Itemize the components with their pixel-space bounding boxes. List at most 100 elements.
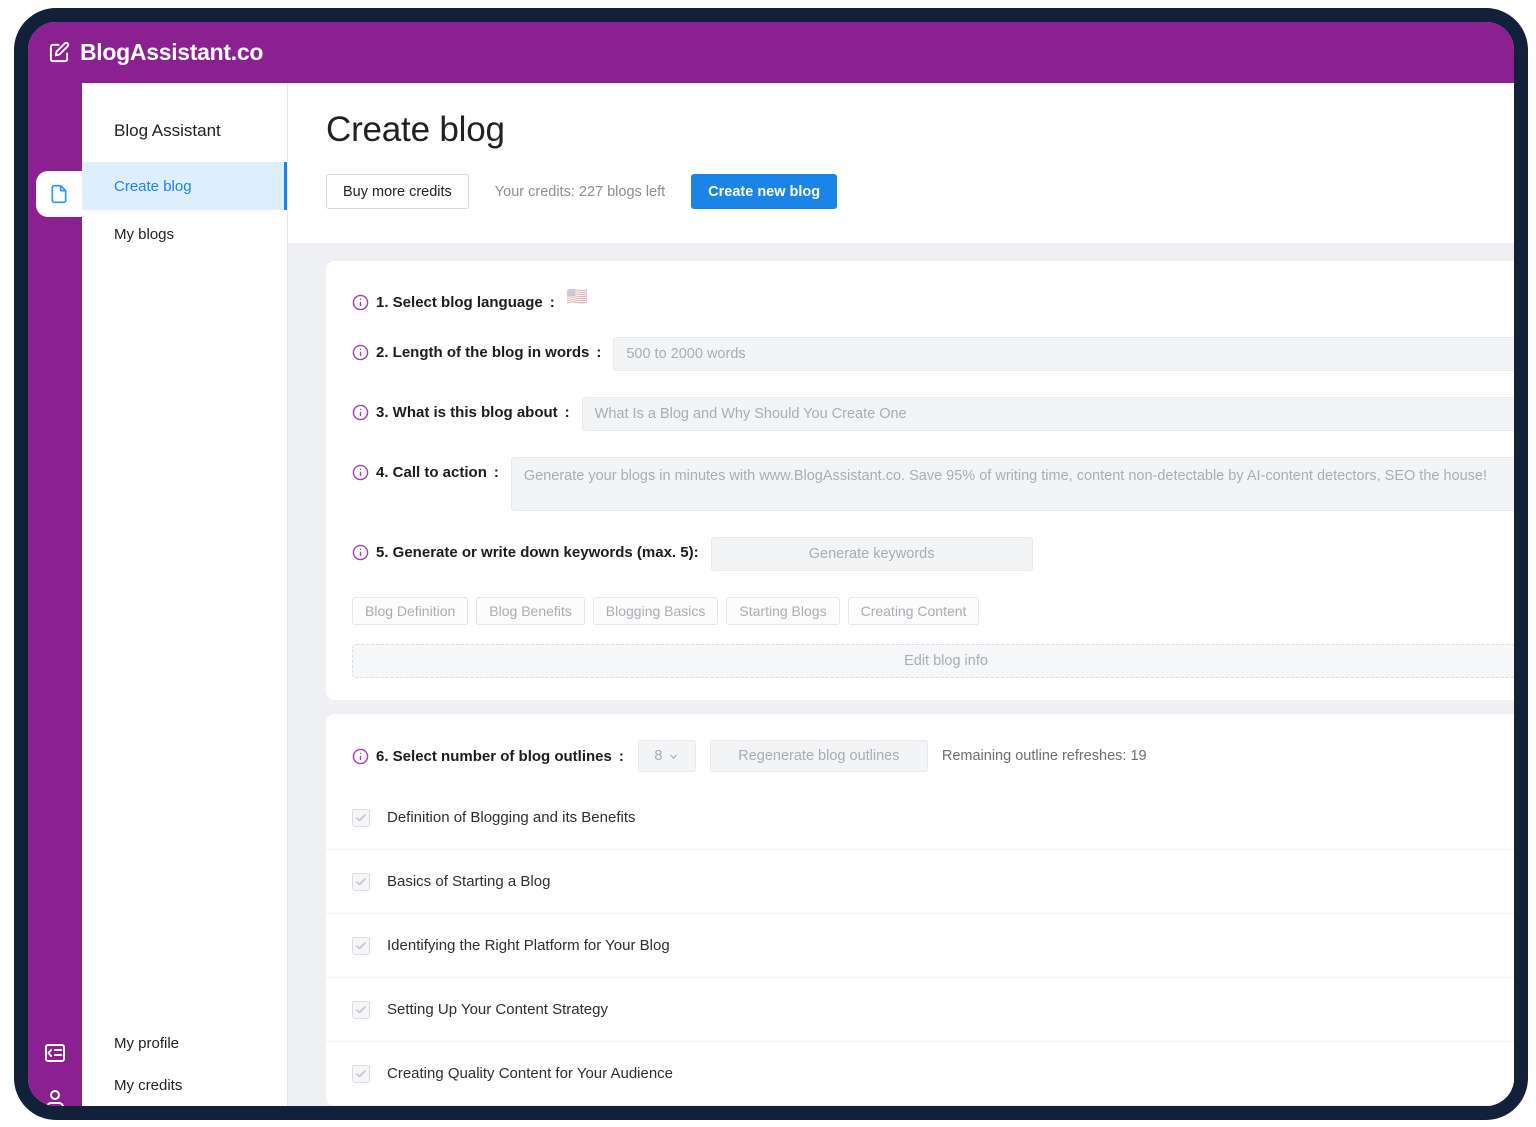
blog-topic-input[interactable]: What Is a Blog and Why Should You Create…: [581, 397, 1514, 431]
blog-length-input[interactable]: 500 to 2000 words: [613, 337, 1514, 371]
form-label-text: 5. Generate or write down keywords (max.…: [376, 544, 699, 561]
form-label-topic: 3. What is this blog about:: [352, 397, 570, 421]
page-title: Create blog: [326, 110, 505, 149]
sidebar: Blog Assistant Create blog My blogs My p…: [82, 83, 288, 1106]
outline-row[interactable]: Creating Quality Content for Your Audien…: [326, 1042, 1514, 1106]
form-row-topic: 3. What is this blog about: What Is a Bl…: [326, 397, 1514, 431]
info-icon[interactable]: [352, 544, 369, 561]
form-label-outline-count: 6. Select number of blog outlines:: [352, 748, 624, 765]
outline-label: Basics of Starting a Blog: [387, 873, 551, 890]
call-to-action-textarea[interactable]: Generate your blogs in minutes with www.…: [510, 457, 1514, 511]
outline-label: Creating Quality Content for Your Audien…: [387, 1065, 674, 1082]
check-icon: [356, 813, 366, 821]
info-icon[interactable]: [352, 748, 369, 765]
content-scroll-area[interactable]: 1. Select blog language: 🇺🇸 2. Length of…: [288, 243, 1514, 1106]
page-toolbar: Buy more credits Your credits: 227 blogs…: [326, 174, 1514, 209]
language-control[interactable]: 🇺🇸: [567, 287, 1514, 307]
keyword-chip[interactable]: Creating Content: [847, 597, 980, 625]
label-colon: :: [549, 294, 555, 311]
document-icon: [51, 184, 67, 204]
form-label-keywords: 5. Generate or write down keywords (max.…: [352, 537, 699, 561]
keyword-chip[interactable]: Starting Blogs: [726, 597, 840, 625]
outline-label: Identifying the Right Platform for Your …: [387, 937, 670, 954]
credits-status: Your credits: 227 blogs left: [494, 183, 666, 200]
check-icon: [356, 877, 366, 885]
outline-list: Definition of Blogging and its Benefits …: [326, 786, 1514, 1106]
sidebar-item-label: Create blog: [114, 177, 192, 195]
label-colon: :: [596, 344, 602, 361]
form-label-call-to-action: 4. Call to action:: [352, 457, 499, 481]
check-icon: [356, 1069, 366, 1077]
form-label-text: 1. Select blog language: [376, 294, 543, 311]
sidebar-item-my-blogs[interactable]: My blogs: [82, 210, 287, 258]
info-icon[interactable]: [352, 404, 369, 421]
collapse-panel-icon[interactable]: [43, 1041, 67, 1065]
form-row-call-to-action: 4. Call to action: Generate your blogs i…: [326, 457, 1514, 511]
generate-keywords-button[interactable]: Generate keywords: [710, 537, 1033, 571]
remaining-refreshes-text: Remaining outline refreshes: 19: [941, 748, 1147, 764]
create-new-blog-button[interactable]: Create new blog: [691, 174, 838, 209]
form-label-text: 4. Call to action: [376, 464, 487, 481]
sidebar-item-my-credits[interactable]: My credits: [82, 1064, 287, 1106]
chevron-down-icon: [670, 754, 678, 759]
form-row-keywords: 5. Generate or write down keywords (max.…: [326, 537, 1514, 571]
form-label-language: 1. Select blog language:: [352, 287, 555, 311]
sidebar-item-label: My blogs: [114, 225, 175, 243]
outline-checkbox[interactable]: [352, 936, 370, 955]
form-row-length: 2. Length of the blog in words: 500 to 2…: [326, 337, 1514, 371]
info-icon[interactable]: [352, 464, 369, 481]
label-colon: :: [564, 404, 570, 421]
outline-row[interactable]: Definition of Blogging and its Benefits: [326, 786, 1514, 850]
label-colon: :: [618, 747, 624, 765]
sidebar-bottom-nav: My profile My credits: [82, 1022, 287, 1106]
rail-item-blog-assistant[interactable]: [36, 171, 82, 217]
sidebar-item-create-blog[interactable]: Create blog: [82, 162, 287, 210]
outline-checkbox[interactable]: [352, 872, 370, 891]
regenerate-outlines-button[interactable]: Regenerate blog outlines: [709, 740, 928, 772]
outline-row[interactable]: Setting Up Your Content Strategy: [326, 978, 1514, 1042]
sidebar-item-label: My profile: [114, 1034, 180, 1052]
outline-row[interactable]: Basics of Starting a Blog: [326, 850, 1514, 914]
person-icon[interactable]: [43, 1088, 67, 1106]
label-colon: :: [493, 464, 499, 481]
topic-control: What Is a Blog and Why Should You Create…: [581, 397, 1514, 431]
edit-square-icon: [49, 41, 70, 63]
check-icon: [356, 941, 366, 949]
keyword-chip[interactable]: Blog Definition: [352, 597, 469, 625]
sidebar-item-label: My credits: [114, 1076, 183, 1094]
main-content: Create blog Buy more credits Your credit…: [288, 83, 1514, 1106]
device-frame: BlogAssistant.co Blog Assistant Create b…: [14, 8, 1528, 1120]
blog-info-card: 1. Select blog language: 🇺🇸 2. Length of…: [326, 261, 1514, 700]
sidebar-item-my-profile[interactable]: My profile: [82, 1022, 287, 1064]
sidebar-nav: Create blog My blogs: [82, 162, 287, 258]
edit-blog-info-button[interactable]: Edit blog info: [352, 644, 1514, 678]
outline-checkbox[interactable]: [352, 1000, 370, 1019]
info-icon[interactable]: [352, 294, 369, 311]
outlines-header: 6. Select number of blog outlines: 8 Reg…: [326, 740, 1514, 772]
call-to-action-control: Generate your blogs in minutes with www.…: [510, 457, 1514, 511]
keyword-chip[interactable]: Blogging Basics: [592, 597, 719, 625]
buy-more-credits-button[interactable]: Buy more credits: [326, 174, 469, 209]
check-icon: [356, 1005, 366, 1013]
sidebar-title: Blog Assistant: [114, 121, 221, 140]
language-flag-icon[interactable]: 🇺🇸: [567, 282, 588, 306]
blog-outlines-card: 6. Select number of blog outlines: 8 Reg…: [326, 714, 1514, 1106]
outline-label: Definition of Blogging and its Benefits: [387, 809, 636, 826]
form-label-length: 2. Length of the blog in words:: [352, 337, 601, 361]
outline-count-value: 8: [654, 748, 663, 764]
outline-row[interactable]: Identifying the Right Platform for Your …: [326, 914, 1514, 978]
form-label-text: 2. Length of the blog in words: [376, 344, 590, 361]
outline-checkbox[interactable]: [352, 1064, 370, 1083]
outline-checkbox[interactable]: [352, 808, 370, 827]
app-header: BlogAssistant.co: [28, 22, 1514, 83]
app-screen: BlogAssistant.co Blog Assistant Create b…: [28, 22, 1514, 1106]
form-row-language: 1. Select blog language: 🇺🇸: [326, 287, 1514, 311]
keyword-chip-list: Blog Definition Blog Benefits Blogging B…: [352, 597, 1514, 625]
form-label-text: 6. Select number of blog outlines: [376, 747, 612, 765]
outline-label: Setting Up Your Content Strategy: [387, 1001, 608, 1018]
brand-name: BlogAssistant.co: [80, 39, 264, 65]
info-icon[interactable]: [352, 344, 369, 361]
keyword-chip[interactable]: Blog Benefits: [476, 597, 585, 625]
brand-logo[interactable]: BlogAssistant.co: [48, 39, 263, 66]
outline-count-select[interactable]: 8: [637, 740, 696, 772]
